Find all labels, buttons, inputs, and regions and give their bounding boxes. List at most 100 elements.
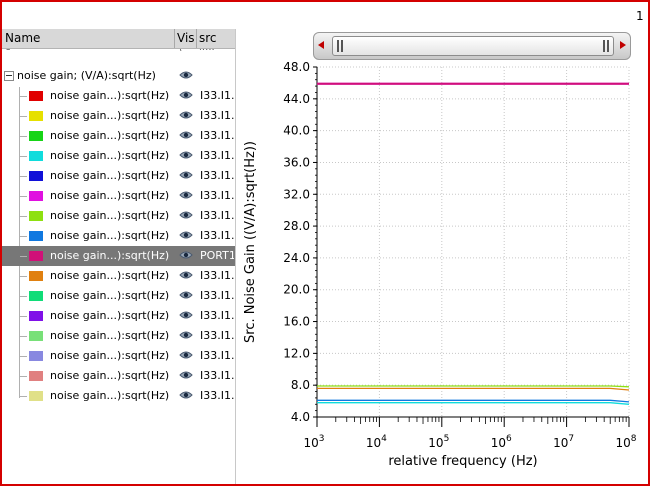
trace-row[interactable]: noise gain...):sqrt(Hz) I33.I1.I [2, 206, 235, 226]
series-line [317, 385, 630, 388]
column-header-src[interactable]: src [199, 31, 217, 45]
y-tick-label: 12.0 [283, 346, 310, 360]
eye-icon[interactable] [179, 130, 193, 143]
trace-src: I33.I1.I [200, 389, 234, 402]
eye-icon[interactable] [179, 290, 193, 303]
eye-icon[interactable] [179, 350, 193, 363]
clipped-name: c [5, 49, 11, 53]
eye-icon[interactable] [179, 370, 193, 383]
tree-branch [20, 376, 27, 377]
trace-row[interactable]: noise gain...):sqrt(Hz) I33.I1.I [2, 86, 235, 106]
y-tick-label: 16.0 [283, 315, 310, 329]
trace-label: noise gain...):sqrt(Hz) [50, 189, 170, 202]
plot-scroll-widget[interactable] [313, 32, 631, 60]
trace-src: I33.I1.I [200, 369, 234, 382]
eye-icon[interactable] [179, 70, 193, 83]
trace-row[interactable]: noise gain...):sqrt(Hz) I33.I1.I [2, 386, 235, 406]
trace-label: noise gain...):sqrt(Hz) [50, 149, 170, 162]
tree-branch [20, 256, 27, 257]
y-tick-label: 24.0 [283, 251, 310, 265]
trace-color-swatch [29, 171, 43, 181]
grip-right[interactable] [607, 40, 609, 52]
grip-right[interactable] [603, 40, 605, 52]
trace-color-swatch [29, 311, 43, 321]
trace-color-swatch [29, 231, 43, 241]
eye-icon[interactable] [179, 330, 193, 343]
trace-label: noise gain...):sqrt(Hz) [50, 369, 170, 382]
grip-left[interactable] [341, 40, 343, 52]
scroll-thumb[interactable] [332, 36, 614, 56]
trace-src: I33.I1.I [200, 169, 234, 182]
triangle-right-icon[interactable] [618, 36, 628, 54]
noise-gain-plot[interactable]: 4.0 8.0 12.0 16.0 20.0 24.0 28.0 32.0 36.0 40.0 44… [238, 62, 642, 482]
tree-branch [20, 136, 27, 137]
trace-src: I33.I1.I [200, 229, 234, 242]
tree-branch [20, 116, 27, 117]
clipped-vis: \ [178, 49, 181, 53]
eye-icon[interactable] [179, 270, 193, 283]
tree-branch [20, 216, 27, 217]
y-tick-label: 4.0 [291, 410, 310, 424]
series-line [317, 399, 630, 403]
eye-icon[interactable] [179, 190, 193, 203]
eye-icon[interactable] [179, 250, 193, 263]
trace-row[interactable]: noise gain...):sqrt(Hz) I33.I1.I [2, 126, 235, 146]
trace-src: I33.I1.I [200, 149, 234, 162]
trace-color-swatch [29, 291, 43, 301]
eye-icon[interactable] [179, 170, 193, 183]
trace-row[interactable]: noise gain...):sqrt(Hz) PORT1 [2, 246, 235, 266]
x-tick-label: 107 [553, 434, 574, 450]
trace-src: I33.I1.I [200, 109, 234, 122]
trace-src: I33.I1.I [200, 189, 234, 202]
eye-icon[interactable] [179, 150, 193, 163]
eye-icon[interactable] [179, 310, 193, 323]
tree-branch [20, 236, 27, 237]
trace-label: noise gain...):sqrt(Hz) [50, 209, 170, 222]
eye-icon[interactable] [179, 230, 193, 243]
clipped-src: l:... [199, 49, 215, 53]
tree-branch [20, 316, 27, 317]
y-tick-label: 44.0 [283, 92, 310, 106]
trace-label: noise gain...):sqrt(Hz) [50, 89, 170, 102]
trace-row[interactable]: noise gain...):sqrt(Hz) I33.I1.I [2, 306, 235, 326]
column-header-name[interactable]: Name [5, 31, 40, 45]
eye-icon[interactable] [179, 110, 193, 123]
x-tick-label: 106 [491, 434, 512, 450]
tree-branch [20, 156, 27, 157]
trace-row[interactable]: noise gain...):sqrt(Hz) I33.I1.I [2, 266, 235, 286]
tree-branch [20, 196, 27, 197]
x-tick-label: 105 [428, 434, 449, 450]
trace-src: I33.I1.I [200, 309, 234, 322]
trace-row[interactable]: noise gain...):sqrt(Hz) I33.I1.I [2, 146, 235, 166]
trace-row[interactable]: noise gain...):sqrt(Hz) I33.I1.I [2, 286, 235, 306]
y-tick-label: 36.0 [283, 155, 310, 169]
trace-row[interactable]: noise gain...):sqrt(Hz) I33.I1.I [2, 326, 235, 346]
tree-branch [20, 276, 27, 277]
trace-row[interactable]: noise gain...):sqrt(Hz) I33.I1.I [2, 166, 235, 186]
trace-color-swatch [29, 131, 43, 141]
trace-color-swatch [29, 111, 43, 121]
trace-row[interactable]: noise gain...):sqrt(Hz) I33.I1.I [2, 186, 235, 206]
trace-src: I33.I1.I [200, 289, 234, 302]
eye-icon[interactable] [179, 210, 193, 223]
tree-root-row[interactable]: noise gain; (V/A):sqrt(Hz) [2, 66, 235, 86]
triangle-left-icon[interactable] [316, 36, 326, 54]
trace-row[interactable]: noise gain...):sqrt(Hz) I33.I1.I [2, 226, 235, 246]
trace-label: noise gain...):sqrt(Hz) [50, 349, 170, 362]
eye-icon[interactable] [179, 390, 193, 403]
column-separator[interactable] [174, 29, 175, 48]
trace-label: noise gain...):sqrt(Hz) [50, 309, 170, 322]
trace-row[interactable]: noise gain...):sqrt(Hz) I33.I1.I [2, 346, 235, 366]
column-header-vis[interactable]: Vis [177, 31, 195, 45]
trace-label: noise gain...):sqrt(Hz) [50, 169, 170, 182]
collapse-icon[interactable] [4, 71, 14, 81]
grip-left[interactable] [337, 40, 339, 52]
y-tick-label: 40.0 [283, 124, 310, 138]
column-separator[interactable] [196, 29, 197, 48]
series-line [317, 402, 630, 405]
eye-icon[interactable] [179, 90, 193, 103]
trace-row[interactable]: noise gain...):sqrt(Hz) I33.I1.I [2, 106, 235, 126]
trace-row[interactable]: noise gain...):sqrt(Hz) I33.I1.I [2, 366, 235, 386]
trace-color-swatch [29, 371, 43, 381]
trace-src: I33.I1.I [200, 209, 234, 222]
